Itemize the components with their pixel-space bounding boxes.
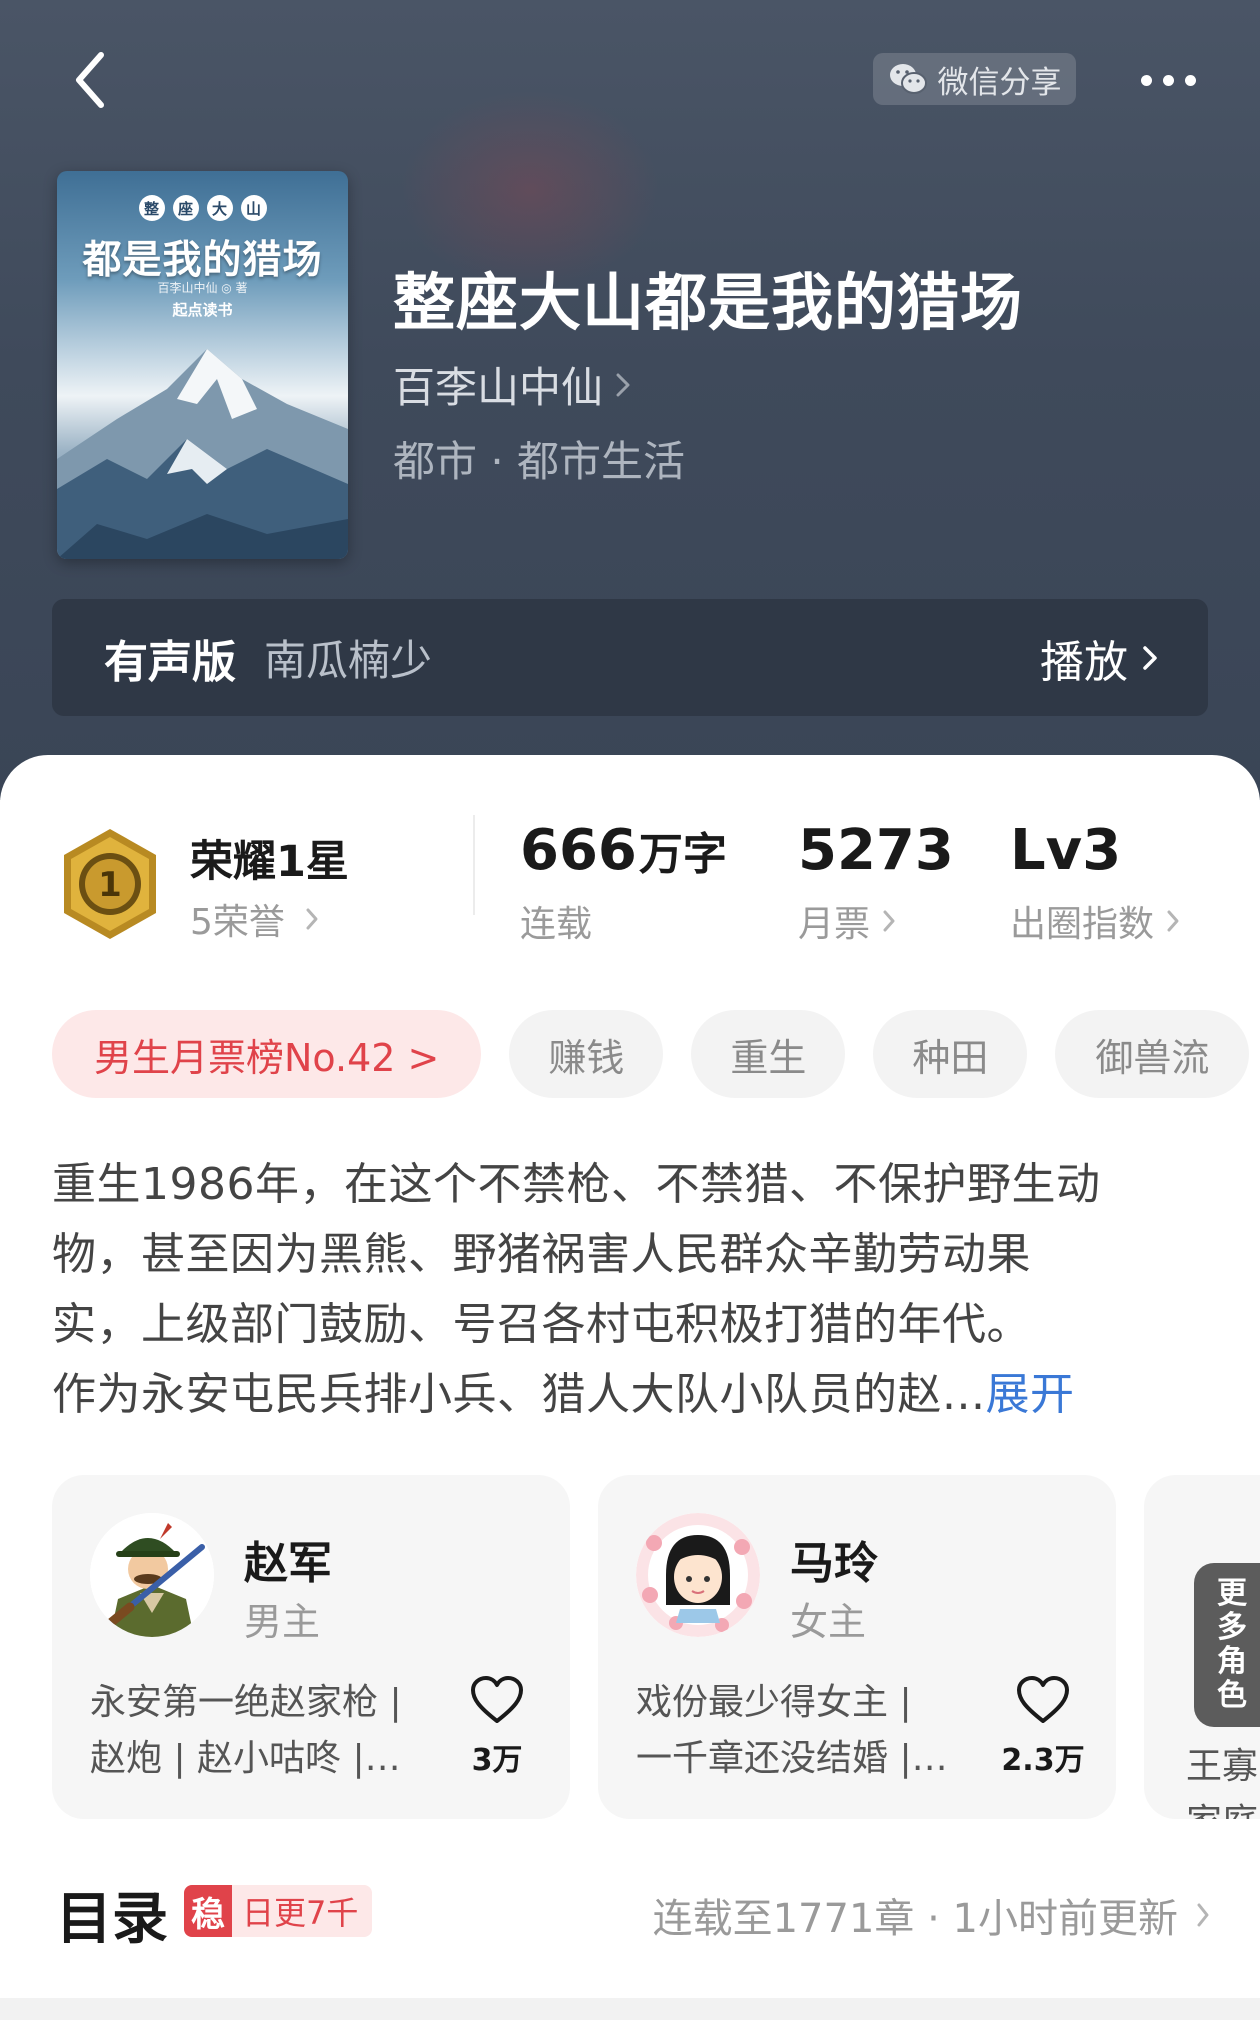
daily-update-label: 日更7千 [242, 1894, 359, 1932]
chevron-right-icon [306, 908, 318, 930]
chevron-right-icon [883, 910, 895, 932]
honor-medal-icon: 1 [64, 829, 156, 939]
cover-badge: 座 [172, 195, 199, 221]
mountain-illustration [57, 349, 348, 559]
character-tags-line: 一千章还没结婚 |… [636, 1738, 948, 1779]
more-characters-char: 多 [1217, 1610, 1247, 1645]
update-badge: 稳 日更7千 [184, 1885, 373, 1937]
tag-item[interactable]: 种田 [873, 1010, 1028, 1098]
expand-link[interactable]: 展开 [985, 1369, 1074, 1420]
character-tags-line: 永安第一绝赵家枪 | [90, 1682, 402, 1723]
cover-title: 都是我的猎场 [82, 237, 323, 283]
audio-narrator: 南瓜楠少 [264, 636, 433, 685]
word-count-unit: 万字 [638, 829, 727, 880]
character-card[interactable]: 赵军 男主 永安第一绝赵家枪 | 赵炮 | 赵小咕咚 |… 3万 [52, 1475, 570, 1819]
like-count: 2.3万 [1001, 1743, 1085, 1778]
character-role: 女主 [790, 1600, 867, 1644]
description-line: 实，上级部门鼓励、号召各村屯积极打猎的年代。 [52, 1299, 1031, 1350]
book-description: 重生1986年，在这个不禁枪、不禁猎、不保护野生动 物，甚至因为黑熊、野猪祸害人… [52, 1150, 1208, 1430]
hunter-avatar-icon [90, 1513, 214, 1637]
more-button[interactable] [1128, 58, 1208, 102]
tag-item[interactable]: 重生 [691, 1010, 846, 1098]
character-avatar [636, 1513, 760, 1637]
book-cover[interactable]: 整 座 大 山 都是我的猎场 百李山中仙 ◎ 著 起点读书 [57, 171, 348, 559]
peek-character-tags: 家庭 [1186, 1793, 1258, 1819]
section-divider [0, 1998, 1260, 2020]
character-name: 赵军 [244, 1538, 332, 1589]
popularity-index-link[interactable]: 出圈指数 [1010, 895, 1180, 947]
monthly-ticket-label: 月票 [798, 904, 871, 945]
honor-sub-label: 5荣誉 [190, 902, 285, 943]
cover-badge: 整 [138, 195, 165, 221]
book-genre: 都市 · 都市生活 [393, 437, 686, 486]
popularity-index-label: 出圈指数 [1010, 904, 1155, 945]
description-line: 重生1986年，在这个不禁枪、不禁猎、不保护野生动 [52, 1159, 1101, 1210]
wechat-share-button[interactable]: 微信分享 [873, 53, 1076, 105]
heart-icon [471, 1676, 523, 1723]
honor-link[interactable]: 5荣誉 [190, 893, 319, 945]
more-characters-char: 色 [1217, 1678, 1247, 1713]
book-title: 整座大山都是我的猎场 [393, 266, 1024, 339]
play-button[interactable]: 播放 [1040, 626, 1158, 690]
audio-label: 有声版 [104, 636, 236, 688]
character-avatar [90, 1513, 214, 1637]
audio-version-bar[interactable]: 有声版 南瓜楠少 播放 [52, 599, 1208, 716]
stable-update-icon: 稳 [184, 1885, 232, 1937]
like-count: 3万 [471, 1743, 523, 1778]
cover-publisher: 起点读书 [172, 301, 233, 319]
like-button[interactable]: 2.3万 [998, 1675, 1088, 1779]
honor-title: 荣耀1星 [190, 837, 349, 887]
more-characters-char: 角 [1217, 1644, 1247, 1679]
toc-title: 目录 [56, 1887, 168, 1952]
back-arrow-icon [76, 52, 104, 108]
tag-item[interactable]: 赚钱 [509, 1010, 664, 1098]
word-count-label: 连载 [520, 904, 593, 945]
wechat-icon [889, 64, 927, 94]
character-name: 马玲 [790, 1538, 878, 1589]
chevron-right-icon [616, 373, 630, 396]
cover-author: 百李山中仙 ◎ 著 [157, 281, 248, 295]
popularity-level-value: Lv3 [1010, 818, 1122, 883]
more-dots-icon [1140, 74, 1196, 86]
play-label: 播放 [1040, 636, 1128, 688]
description-line: 物，甚至因为黑熊、野猪祸害人民群众辛勤劳动果 [52, 1229, 1031, 1280]
character-card[interactable]: 马玲 女主 戏份最少得女主 | 一千章还没结婚 |… 2.3万 [598, 1475, 1116, 1819]
chevron-right-icon [1167, 910, 1179, 932]
back-button[interactable] [60, 48, 120, 112]
chevron-right-icon [1143, 645, 1157, 670]
cover-badge: 山 [240, 195, 267, 221]
heart-icon [1017, 1676, 1069, 1723]
stats-divider [473, 815, 475, 915]
toc-status-link[interactable]: 连载至1771章 · 1小时前更新 [653, 1886, 1210, 1944]
word-count-value: 666万字 [520, 818, 727, 883]
more-characters-button[interactable]: 更 多 角 色 [1194, 1563, 1260, 1727]
word-count-number: 666 [520, 818, 637, 883]
share-label: 微信分享 [937, 64, 1062, 101]
peek-character-tags: 王寡 [1186, 1746, 1259, 1787]
author-link[interactable]: 百李山中仙 [393, 354, 631, 415]
cover-badges: 整 座 大 山 [57, 195, 348, 221]
description-line: 作为永安屯民兵排小兵、猎人大队小队员的赵... [52, 1369, 986, 1420]
character-tags-line: 赵炮 | 赵小咕咚 |… [90, 1738, 401, 1779]
character-role: 男主 [244, 1600, 321, 1644]
like-button[interactable]: 3万 [452, 1675, 542, 1779]
author-name: 百李山中仙 [393, 363, 604, 412]
book-header: 微信分享 整 座 大 山 都是我的猎场 百李山中仙 ◎ 著 起点读书 整座大山都… [0, 0, 1260, 800]
tag-item[interactable]: 御兽流 [1055, 1010, 1250, 1098]
character-tags-line: 戏份最少得女主 | [636, 1682, 912, 1723]
description-last-line: 作为永安屯民兵排小兵、猎人大队小队员的赵...展开 [52, 1360, 1208, 1430]
chevron-right-icon [1197, 1903, 1209, 1927]
cover-badge: 大 [206, 195, 233, 221]
character-tags: 戏份最少得女主 | 一千章还没结婚 |… [636, 1675, 986, 1787]
character-card-peek[interactable]: 更 多 角 色 王寡 家庭 [1144, 1475, 1260, 1819]
more-characters-char: 更 [1217, 1576, 1247, 1611]
monthly-ticket-value: 5273 [798, 818, 954, 883]
rank-tag[interactable]: 男生月票榜No.42 > [52, 1010, 482, 1098]
character-tags: 永安第一绝赵家枪 | 赵炮 | 赵小咕咚 |… [90, 1675, 440, 1787]
toc-status-text: 连载至1771章 · 1小时前更新 [652, 1896, 1178, 1942]
tag-row: 男生月票榜No.42 > 赚钱 重生 种田 御兽流 [52, 1010, 1260, 1100]
monthly-ticket-link[interactable]: 月票 [798, 895, 896, 947]
honor-level-text: 1 [98, 865, 122, 905]
heroine-avatar-icon [636, 1513, 760, 1637]
